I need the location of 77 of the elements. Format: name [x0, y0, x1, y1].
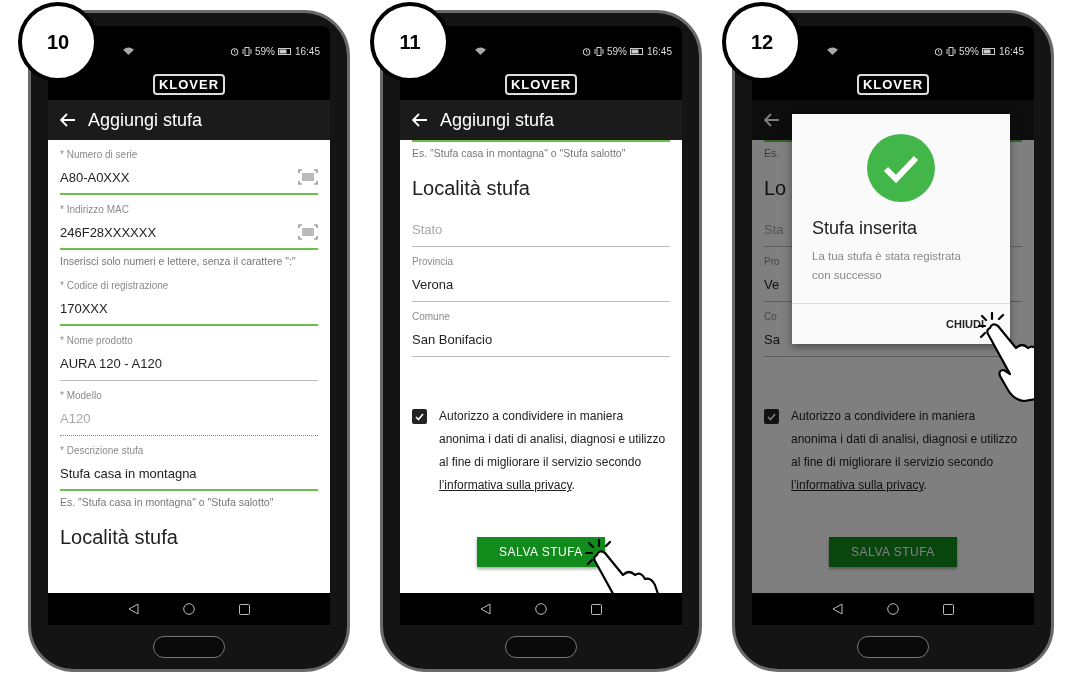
input-field[interactable]: Stufa casa in montagna	[60, 461, 318, 491]
battery-icon	[629, 47, 644, 55]
checkmark-icon	[415, 412, 424, 421]
back-arrow-icon[interactable]	[412, 113, 428, 127]
step-badge: 10	[18, 2, 98, 82]
hint-text: Es. "Stufa casa in montagna" o "Stufa salotto"	[60, 495, 274, 510]
dialog-message: La tua stufa è stata registrata con successo	[812, 249, 962, 283]
home-button[interactable]	[505, 636, 577, 658]
back-icon[interactable]	[128, 603, 139, 615]
vibrate-icon	[945, 46, 956, 56]
home-button[interactable]	[857, 636, 929, 658]
screen-title: Aggiungi stufa	[88, 109, 203, 131]
privacy-link[interactable]: l’informativa sulla privacy	[439, 478, 572, 492]
back-icon[interactable]	[480, 603, 491, 615]
status-time: 16:45	[646, 45, 672, 57]
hint-text: Es.	[764, 146, 780, 161]
battery-percent: 59%	[958, 45, 979, 57]
battery-percent: 59%	[606, 45, 627, 57]
home-button[interactable]	[153, 636, 225, 658]
input-field[interactable]: San Bonifacio	[412, 327, 670, 357]
recents-icon[interactable]	[591, 603, 602, 615]
recents-icon[interactable]	[943, 603, 954, 615]
battery-percent: 59%	[254, 45, 275, 57]
field-label: * Numero di serie	[60, 149, 138, 160]
brand-logo: KLOVER	[856, 73, 930, 95]
field-label: Provincia	[412, 256, 454, 267]
consent-text: Autorizzo a condividere in maniera anonima i dati di analisi, diagnosi e utilizzo al fine di migliorare il servizio secondo l’informativa sulla privacy.	[791, 408, 1019, 494]
back-arrow-icon[interactable]	[60, 113, 76, 127]
field-label: * Indirizzo MAC	[60, 204, 129, 215]
field-label: * Codice di registrazione	[60, 280, 169, 291]
field-label: Pro	[764, 256, 780, 267]
checkmark-icon	[767, 412, 776, 421]
alarm-icon	[229, 46, 239, 56]
brand-logo: KLOVER	[152, 73, 226, 95]
battery-icon	[277, 47, 292, 55]
alarm-icon	[581, 46, 591, 56]
section-heading: Località stufa	[412, 176, 530, 201]
alarm-icon	[933, 46, 943, 56]
vibrate-icon	[593, 46, 604, 56]
recents-icon[interactable]	[239, 603, 250, 615]
field-label: * Nome prodotto	[60, 335, 133, 346]
section-heading: Località stufa	[60, 525, 178, 550]
hint-text: Es. "Stufa casa in montagna" o "Stufa salotto"	[412, 146, 626, 161]
input-field[interactable]: Verona	[412, 272, 670, 302]
hint-text: Inserisci solo numeri e lettere, senza il carattere ":"	[60, 254, 296, 269]
wifi-icon	[123, 46, 134, 56]
checkbox[interactable]	[764, 409, 779, 424]
status-time: 16:45	[998, 45, 1024, 57]
home-icon[interactable]	[183, 603, 195, 615]
home-icon[interactable]	[535, 603, 547, 615]
input-field[interactable]: A80-A0XXX	[60, 165, 318, 195]
vibrate-icon	[241, 46, 252, 56]
input-field[interactable]: AURA 120 - A120	[60, 351, 318, 381]
wifi-icon	[475, 46, 486, 56]
field-label: * Modello	[60, 390, 102, 401]
check-circle-icon	[867, 134, 935, 202]
back-icon[interactable]	[832, 603, 843, 615]
field-label: Co	[764, 311, 777, 322]
step-badge: 11	[370, 2, 450, 82]
dialog-title: Stufa inserita	[812, 218, 919, 239]
wifi-icon	[827, 46, 838, 56]
section-heading: Lo	[764, 176, 787, 201]
status-time: 16:45	[294, 45, 320, 57]
input-field[interactable]: 170XXX	[60, 296, 318, 326]
close-button[interactable]: CHIUDI	[946, 318, 984, 330]
privacy-link[interactable]: l’informativa sulla privacy	[791, 478, 924, 492]
home-icon[interactable]	[887, 603, 899, 615]
field-label: * Descrizione stufa	[60, 445, 144, 456]
input-field[interactable]: 246F28XXXXXX	[60, 220, 318, 250]
checkbox[interactable]	[412, 409, 427, 424]
brand-logo: KLOVER	[504, 73, 578, 95]
consent-text: Autorizzo a condividere in maniera anonima i dati di analisi, diagnosi e utilizzo al fine di migliorare il servizio secondo l’informativa sulla privacy.	[439, 408, 667, 494]
step-badge: 12	[722, 2, 802, 82]
battery-icon	[981, 47, 996, 55]
screen-title: Aggiungi stufa	[440, 109, 555, 131]
field-label: Comune	[412, 311, 450, 322]
save-button[interactable]: SALVA STUFA	[477, 537, 605, 567]
